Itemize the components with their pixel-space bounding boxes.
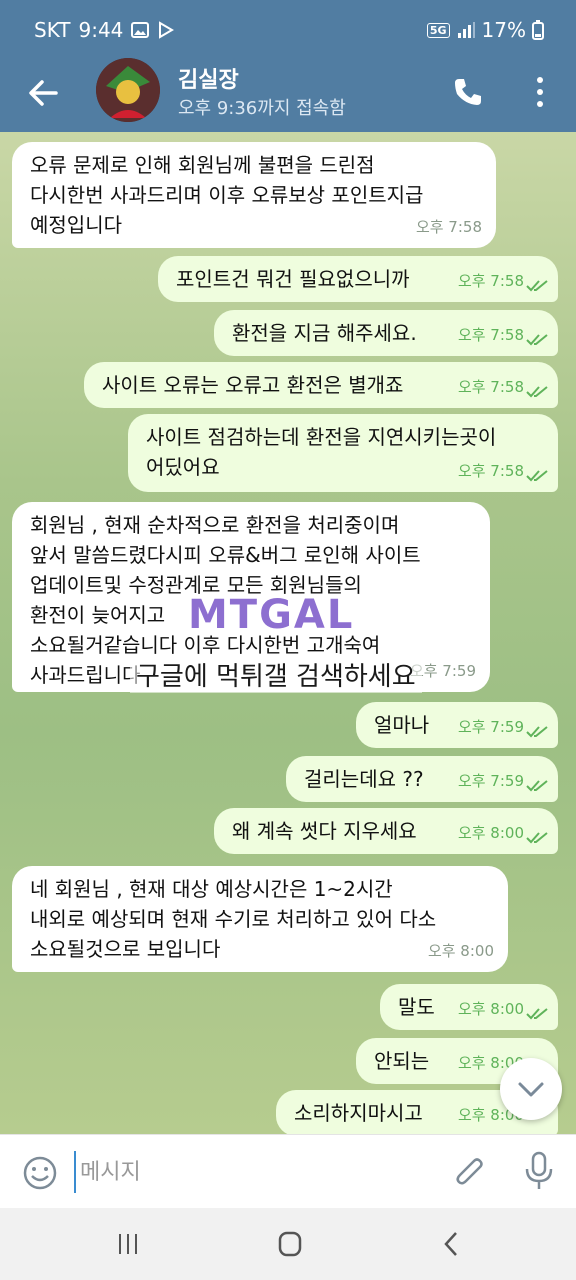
message-outgoing[interactable]: 말도 오후 8:00 — [380, 984, 558, 1030]
double-check-icon — [526, 1008, 548, 1020]
contact-name: 김실장 — [178, 68, 239, 93]
signal-icon — [457, 22, 475, 38]
more-vert-icon[interactable] — [530, 74, 550, 110]
carrier: SKT — [34, 18, 71, 42]
message-time: 오후 7:58 — [415, 218, 482, 236]
status-bar: SKT 9:44 5G 17% — [0, 0, 576, 58]
home-icon[interactable] — [270, 1228, 310, 1260]
avatar[interactable] — [96, 58, 160, 122]
double-check-icon — [526, 726, 548, 738]
play-icon — [159, 21, 175, 39]
message-time: 오후 7:59 — [457, 718, 524, 736]
network-badge: 5G — [426, 22, 450, 38]
message-input[interactable] — [74, 1151, 442, 1193]
message-time: 오후 7:59 — [457, 772, 524, 790]
battery-icon — [532, 20, 544, 40]
attach-icon[interactable] — [452, 1155, 488, 1191]
message-text: 오류 문제로 인해 회원님께 불편을 드린점 다시한번 사과드리며 이후 오류보… — [30, 153, 424, 237]
chevron-down-icon — [518, 1082, 544, 1097]
watermark-caption: 구글에 먹튀갤 검색하세요 — [130, 656, 422, 693]
double-check-icon — [526, 280, 548, 292]
message-outgoing[interactable]: 포인트건 뭐건 필요없으니까 오후 7:58 — [158, 256, 558, 302]
last-seen: 오후 9:36까지 접속함 — [178, 98, 346, 119]
nav-back-icon[interactable] — [432, 1228, 472, 1260]
double-check-icon — [526, 470, 548, 482]
message-outgoing[interactable]: 환전을 지금 해주세요. 오후 7:58 — [214, 310, 558, 356]
message-incoming[interactable]: 네 회원님 , 현재 대상 예상시간은 1~2시간 내외로 예상되며 현재 수기… — [12, 866, 508, 972]
avatar-image — [96, 58, 160, 122]
arrow-back-icon[interactable] — [26, 76, 60, 110]
message-time: 오후 8:00 — [457, 1000, 524, 1018]
message-time: 오후 8:00 — [457, 824, 524, 842]
message-time: 오후 7:58 — [457, 462, 524, 480]
emoji-icon[interactable] — [22, 1155, 58, 1191]
message-list[interactable]: 오류 문제로 인해 회원님께 불편을 드린점 다시한번 사과드리며 이후 오류보… — [0, 132, 576, 1134]
message-incoming[interactable]: 오류 문제로 인해 회원님께 불편을 드린점 다시한번 사과드리며 이후 오류보… — [12, 142, 496, 248]
message-outgoing[interactable]: 사이트 점검하는데 환전을 지연시키는곳이 어딨어요 오후 7:58 — [128, 414, 558, 492]
battery-level: 17% — [481, 18, 526, 42]
message-outgoing[interactable]: 얼마나 오후 7:59 — [356, 702, 558, 748]
double-check-icon — [526, 386, 548, 398]
clock: 9:44 — [78, 18, 124, 42]
double-check-icon — [526, 780, 548, 792]
recents-icon[interactable] — [108, 1228, 148, 1260]
chat-header: 김실장 오후 9:36까지 접속함 — [0, 58, 576, 132]
message-text: 네 회원님 , 현재 대상 예상시간은 1~2시간 내외로 예상되며 현재 수기… — [30, 877, 437, 961]
message-outgoing[interactable]: 걸리는데요 ?? 오후 7:59 — [286, 756, 558, 802]
double-check-icon — [526, 832, 548, 844]
watermark-logo: MTGAL — [188, 592, 355, 638]
message-outgoing[interactable]: 왜 계속 썻다 지우세요 오후 8:00 — [214, 808, 558, 854]
system-nav-bar — [0, 1208, 576, 1280]
gallery-icon — [131, 22, 150, 38]
message-time: 오후 8:00 — [427, 942, 494, 960]
message-time: 오후 7:58 — [457, 272, 524, 290]
phone-icon[interactable] — [452, 76, 484, 108]
double-check-icon — [526, 334, 548, 346]
message-outgoing[interactable]: 사이트 오류는 오류고 환전은 별개죠 오후 7:58 — [84, 362, 558, 408]
message-time: 오후 7:58 — [457, 326, 524, 344]
message-time: 오후 7:58 — [457, 378, 524, 396]
composer — [0, 1134, 576, 1209]
mic-icon[interactable] — [524, 1151, 554, 1191]
scroll-down-button[interactable] — [500, 1058, 562, 1120]
